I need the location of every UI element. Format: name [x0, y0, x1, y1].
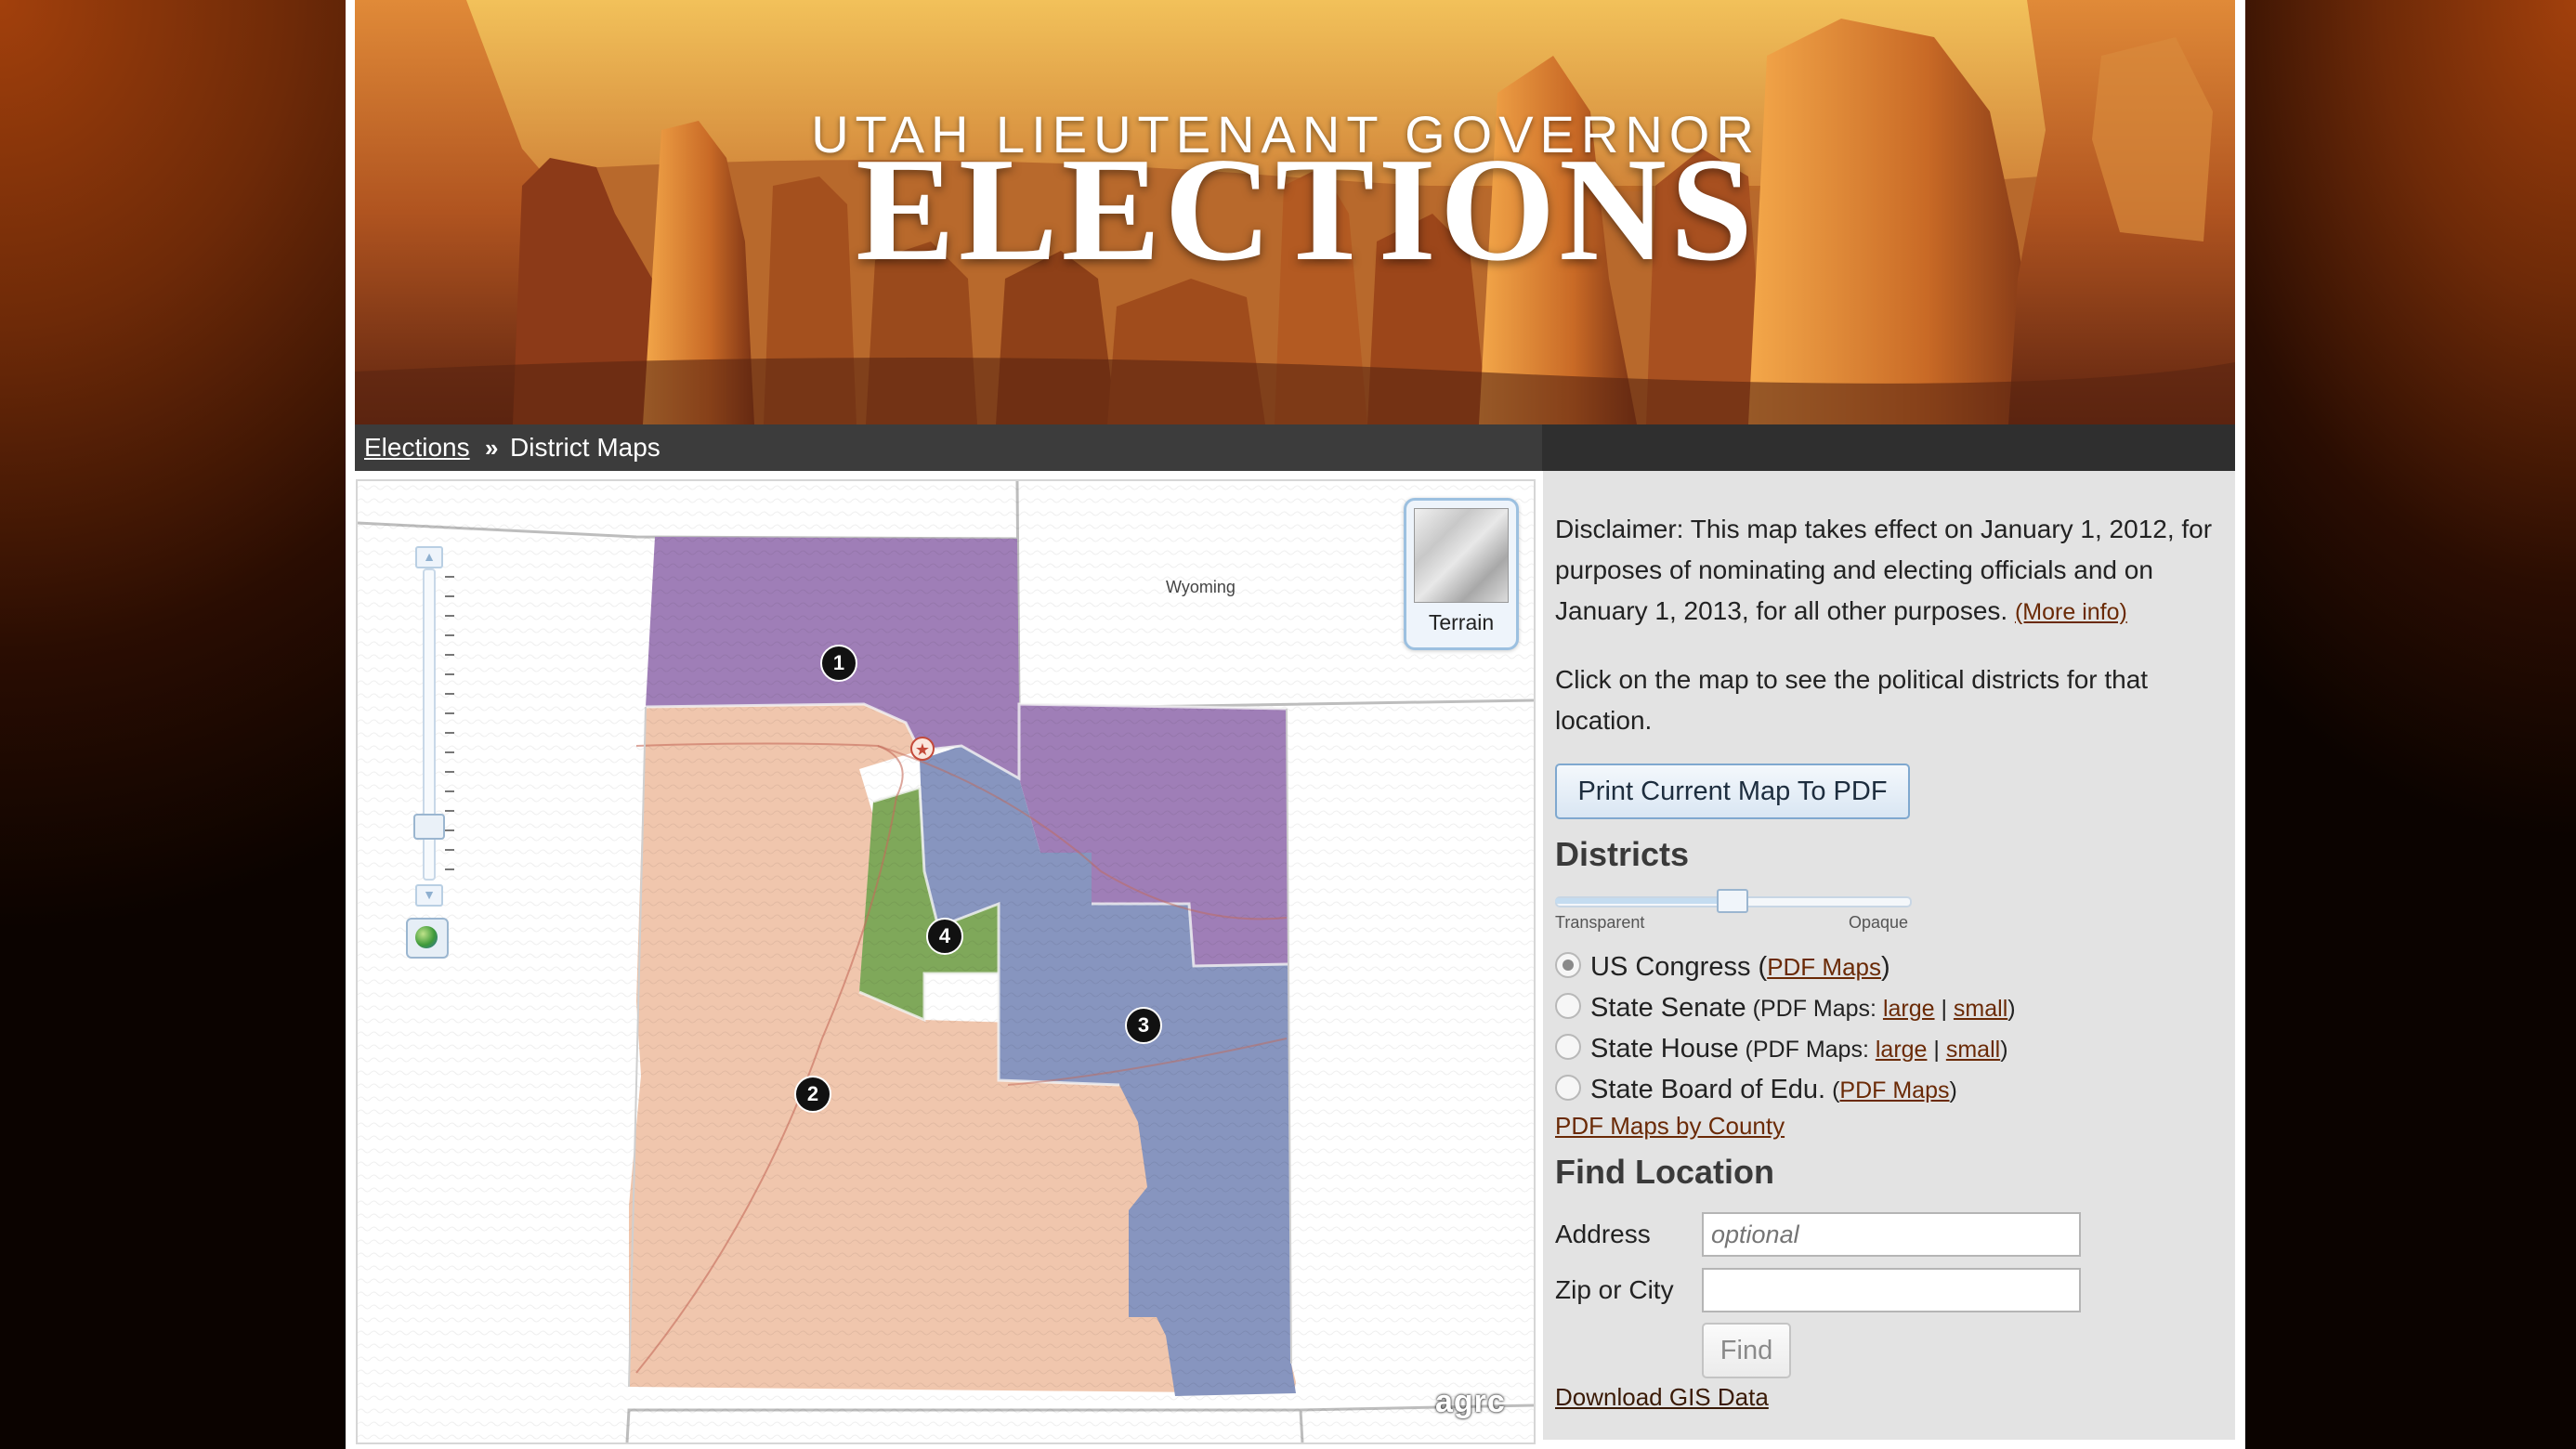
terrain-thumbnail [1414, 508, 1509, 603]
address-input[interactable] [1702, 1212, 2081, 1257]
full-extent-globe-icon[interactable] [406, 918, 449, 959]
address-label: Address [1555, 1220, 1651, 1248]
opacity-label-opaque: Opaque [1848, 913, 1908, 932]
zoom-out-button[interactable]: ▼ [415, 884, 443, 907]
zip-city-label: Zip or City [1555, 1275, 1674, 1304]
district-marker-2[interactable]: 2 [794, 1076, 831, 1113]
state-board-edu-label: State Board of Edu. [1590, 1075, 1826, 1104]
find-location-heading: Find Location [1555, 1153, 1774, 1191]
opacity-fill [1555, 898, 1732, 904]
side-panel: Disclaimer: This map takes effect on Jan… [1543, 471, 2235, 1440]
zoom-ticks [445, 576, 454, 873]
state-board-edu-pdf-link[interactable]: PDF Maps [1839, 1077, 1949, 1103]
breadcrumb: Elections » District Maps [355, 424, 2235, 471]
districts-heading: Districts [1555, 835, 1690, 873]
layer-option-state-board-edu[interactable]: State Board of Edu. (PDF Maps) [1555, 1075, 1957, 1105]
zoom-slider[interactable]: ▲ ▼ [412, 546, 454, 907]
state-house-divider: | [1927, 1037, 1946, 1063]
map-instruction: Click on the map to see the political di… [1555, 665, 2149, 735]
header-banner: UTAH LIEUTENANT GOVERNOR ELECTIONS [355, 0, 2235, 424]
us-congress-radio[interactable] [1555, 952, 1581, 978]
page-background-right [2245, 0, 2576, 1449]
state-senate-large-link[interactable]: large [1883, 996, 1935, 1022]
district-marker-1[interactable]: 1 [820, 645, 857, 682]
us-congress-close-paren: ) [1881, 952, 1890, 982]
find-button[interactable]: Find [1702, 1323, 1791, 1378]
opacity-slider[interactable]: Transparent Opaque [1555, 885, 1912, 941]
map-canvas[interactable]: ★ [358, 481, 1534, 1442]
zoom-track[interactable] [413, 568, 445, 881]
us-congress-label: US Congress [1590, 952, 1751, 982]
breadcrumb-home[interactable]: Elections [364, 424, 470, 471]
state-board-edu-open-paren: ( [1825, 1077, 1840, 1103]
state-senate-pdf-prefix: (PDF Maps: [1746, 996, 1883, 1022]
us-congress-open-paren: ( [1750, 952, 1768, 982]
state-house-small-link[interactable]: small [1946, 1037, 2000, 1063]
terrain-label: Terrain [1428, 610, 1495, 634]
zoom-handle[interactable] [413, 814, 445, 840]
state-senate-divider: | [1934, 996, 1954, 1022]
print-map-pdf-button[interactable]: Print Current Map To PDF [1555, 764, 1910, 819]
state-board-edu-radio[interactable] [1555, 1075, 1581, 1101]
state-senate-label: State Senate [1590, 993, 1746, 1023]
opacity-label-transparent: Transparent [1555, 913, 1645, 932]
page-container: UTAH LIEUTENANT GOVERNOR ELECTIONS Elect… [346, 0, 2245, 1449]
disclaimer: Disclaimer: This map takes effect on Jan… [1555, 509, 2224, 633]
state-house-close-paren: ) [2000, 1037, 2008, 1063]
state-board-edu-close-paren: ) [1949, 1077, 1957, 1103]
state-senate-radio[interactable] [1555, 993, 1581, 1019]
svg-text:★: ★ [915, 740, 930, 760]
opacity-handle[interactable] [1717, 889, 1748, 913]
zoom-in-button[interactable]: ▲ [415, 546, 443, 568]
layer-option-us-congress[interactable]: US Congress (PDF Maps) [1555, 952, 1890, 983]
district-marker-4[interactable]: 4 [926, 918, 963, 955]
breadcrumb-right-panel [1542, 424, 2235, 471]
pdf-maps-by-county-link[interactable]: PDF Maps by County [1555, 1112, 1785, 1141]
agrc-logo: agrc [1435, 1384, 1506, 1419]
breadcrumb-separator: » [485, 434, 499, 462]
banner-title: ELECTIONS [856, 126, 1757, 292]
breadcrumb-current: District Maps [510, 433, 660, 462]
breadcrumb-home-link[interactable]: Elections [364, 433, 470, 462]
download-gis-data-link[interactable]: Download GIS Data [1555, 1383, 1769, 1412]
state-house-large-link[interactable]: large [1876, 1037, 1928, 1063]
layer-option-state-house[interactable]: State House (PDF Maps: large | small) [1555, 1034, 2008, 1064]
us-congress-pdf-link[interactable]: PDF Maps [1767, 953, 1881, 981]
wyoming-label: Wyoming [1166, 578, 1236, 596]
zip-city-input[interactable] [1702, 1268, 2081, 1312]
state-senate-close-paren: ) [2007, 996, 2016, 1022]
state-house-label: State House [1590, 1034, 1739, 1064]
district-marker-3[interactable]: 3 [1125, 1007, 1162, 1044]
district-map[interactable]: ★ Wyoming 1 2 3 4 ▲ ▼ Terrain agrc [356, 479, 1536, 1444]
layer-option-state-senate[interactable]: State Senate (PDF Maps: large | small) [1555, 993, 2016, 1024]
state-senate-small-link[interactable]: small [1954, 996, 2007, 1022]
more-info-link[interactable]: (More info) [2015, 599, 2127, 625]
terrain-basemap-button[interactable]: Terrain [1404, 498, 1519, 650]
state-house-pdf-prefix: (PDF Maps: [1738, 1037, 1876, 1063]
state-house-radio[interactable] [1555, 1034, 1581, 1060]
